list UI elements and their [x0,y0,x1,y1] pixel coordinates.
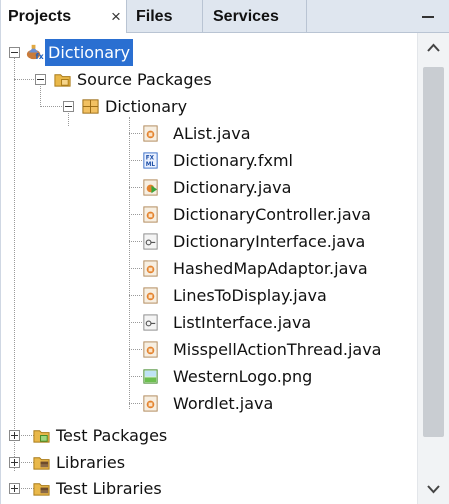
tab-services-label: Services [213,8,279,25]
scroll-up-icon[interactable] [418,33,449,63]
tree-node-source-packages[interactable]: Source Packages [1,66,321,93]
file-label: WesternLogo.png [173,367,313,386]
file-label: DictionaryInterface.java [173,232,366,251]
tree-node-file[interactable]: Wordlet.java [1,390,411,417]
source-packages-icon [54,74,71,87]
tree-node-file[interactable]: MisspellActionThread.java [1,336,411,363]
libraries-label: Libraries [56,453,126,472]
image-file-icon [143,369,158,384]
tree-node-file[interactable]: ListInterface.java [1,309,411,336]
tree-node-test-packages[interactable]: Test Packages [1,422,321,449]
tab-projects[interactable]: Projects × [1,0,127,33]
tree-node-project[interactable]: fx Dictionary [1,39,301,66]
svg-text:fx: fx [35,52,43,61]
file-label: Dictionary.java [173,178,292,197]
java-main-class-icon [143,179,158,196]
javafx-project-icon: fx [26,44,44,61]
tab-files[interactable]: Files [127,0,203,33]
file-label: AList.java [173,124,251,143]
fxml-file-icon: FXML [143,152,158,169]
tree-node-file[interactable]: HashedMapAdaptor.java [1,255,411,282]
vertical-scrollbar[interactable] [417,33,449,504]
file-label: LinesToDisplay.java [173,286,327,305]
tab-services[interactable]: Services [203,0,307,33]
libraries-icon [33,457,50,470]
package-icon [82,99,99,114]
test-libraries-label: Test Libraries [56,479,162,498]
scroll-thumb[interactable] [423,67,444,437]
file-label: HashedMapAdaptor.java [173,259,368,278]
expand-icon[interactable] [9,457,20,468]
java-class-icon [143,341,158,358]
package-label: Dictionary [105,97,188,116]
expand-icon[interactable] [9,483,20,494]
source-packages-label: Source Packages [77,70,212,89]
svg-text:FX: FX [146,156,155,162]
tree-node-file[interactable]: AList.java [1,120,411,147]
tree-node-file[interactable]: WesternLogo.png [1,363,411,390]
tree-node-package[interactable]: Dictionary [1,93,321,120]
minimize-icon[interactable] [419,0,439,33]
project-tree[interactable]: fx Dictionary Source Packages Dictionary [1,33,417,504]
tree-node-file[interactable]: FX ML Dictionary.fxml [1,147,411,174]
file-label: Dictionary.fxml [173,151,293,170]
file-label: MisspellActionThread.java [173,340,382,359]
expand-icon[interactable] [9,430,20,441]
tree-node-test-libraries[interactable]: Test Libraries [1,475,321,502]
java-class-icon [143,395,158,412]
collapse-icon[interactable] [63,101,74,112]
java-class-icon [143,287,158,304]
java-interface-icon [143,233,158,250]
test-libraries-icon [33,483,50,496]
java-interface-icon [143,314,158,331]
tab-projects-label: Projects [8,8,72,25]
java-class-icon [143,260,158,277]
tree-node-libraries[interactable]: Libraries [1,449,321,476]
test-packages-label: Test Packages [56,426,168,445]
test-packages-icon [33,430,50,443]
projects-window: Projects × Files Services fx Dictionary … [0,0,449,504]
java-class-icon [143,125,158,142]
scroll-down-icon[interactable] [418,474,449,504]
collapse-icon[interactable] [35,74,46,85]
java-class-icon [143,206,158,223]
tree-node-file[interactable]: LinesToDisplay.java [1,282,411,309]
svg-text:ML: ML [146,162,156,168]
collapse-icon[interactable] [9,47,20,58]
file-label: Wordlet.java [173,394,274,413]
file-label: DictionaryController.java [173,205,371,224]
project-label: Dictionary [45,39,134,66]
tree-node-file[interactable]: DictionaryController.java [1,201,411,228]
tab-files-label: Files [136,8,173,25]
tree-node-file[interactable]: DictionaryInterface.java [1,228,411,255]
close-icon[interactable]: × [111,0,121,33]
file-label: ListInterface.java [173,313,312,332]
tree-node-file[interactable]: Dictionary.java [1,174,411,201]
tab-bar: Projects × Files Services [1,0,449,33]
